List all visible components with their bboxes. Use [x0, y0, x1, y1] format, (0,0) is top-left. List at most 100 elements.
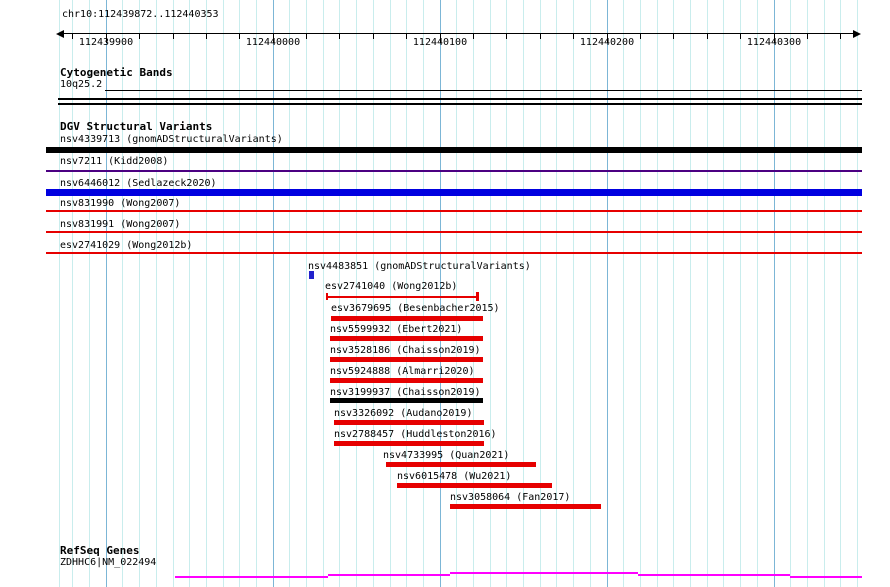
variant-label-esv3679695[interactable]: esv3679695 (Besenbacher2015)	[331, 303, 500, 315]
variant-glyph-nsv831991[interactable]	[46, 231, 862, 233]
ruler-tick-label: 112440300	[744, 37, 804, 49]
ruler-minor-tick	[840, 34, 841, 39]
variant-label-nsv831991[interactable]: nsv831991 (Wong2007)	[60, 219, 180, 231]
gridline	[640, 0, 641, 587]
ruler-minor-tick	[206, 34, 207, 39]
ruler-minor-tick	[173, 34, 174, 39]
ruler-tick-label: 112440100	[410, 37, 470, 49]
variant-glyph-nsv3528186[interactable]	[330, 357, 483, 362]
dgv-structural-variants-header: DGV Structural Variants	[60, 121, 212, 133]
variant-glyph-nsv3326092[interactable]	[334, 420, 484, 425]
gridline	[173, 0, 174, 587]
variant-glyph-nsv4483851[interactable]	[309, 271, 314, 279]
gridline	[223, 0, 224, 587]
gridline	[306, 0, 307, 587]
ruler-minor-tick	[373, 34, 374, 39]
refseq-genes-header: RefSeq Genes	[60, 545, 139, 557]
gridline	[790, 0, 791, 587]
gridline	[824, 0, 825, 587]
ruler-left-arrow-icon	[56, 30, 64, 38]
variant-glyph-esv2741029[interactable]	[46, 252, 862, 254]
variant-glyph-nsv3058064[interactable]	[450, 504, 601, 509]
gridline	[390, 0, 391, 587]
gridline	[423, 0, 424, 587]
gridline	[623, 0, 624, 587]
variant-glyph-esv2741040[interactable]	[326, 296, 479, 298]
ruler-minor-tick	[740, 34, 741, 39]
cytoband-label[interactable]: 10q25.2	[60, 79, 102, 91]
refseq-gene-line-segment[interactable]	[638, 574, 790, 576]
variant-label-nsv4733995[interactable]: nsv4733995 (Quan2021)	[383, 450, 509, 462]
gridline	[590, 0, 591, 587]
variant-label-nsv3058064[interactable]: nsv3058064 (Fan2017)	[450, 492, 570, 504]
section-separator-line	[58, 98, 862, 100]
variant-label-nsv4483851[interactable]: nsv4483851 (gnomADStructuralVariants)	[308, 261, 531, 273]
refseq-gene-line-segment[interactable]	[450, 572, 638, 574]
variant-label-esv2741040[interactable]: esv2741040 (Wong2012b)	[325, 281, 457, 293]
gridline	[707, 0, 708, 587]
ruler-tick-label: 112439900	[76, 37, 136, 49]
refseq-gene-line-segment[interactable]	[175, 576, 328, 578]
genome-browser-canvas: chr10:112439872..112440353 112439900 1124…	[0, 0, 890, 587]
gridline	[256, 0, 257, 587]
variant-glyph-nsv2788457[interactable]	[334, 441, 484, 446]
gridline	[356, 0, 357, 587]
ruler-minor-tick	[473, 34, 474, 39]
gridline	[807, 0, 808, 587]
variant-glyph-nsv5599932[interactable]	[330, 336, 483, 341]
gridline	[840, 0, 841, 587]
gridline	[122, 0, 123, 587]
refseq-gene-line-segment[interactable]	[328, 574, 450, 576]
variant-glyph-esv3679695[interactable]	[331, 316, 483, 321]
gridline-major	[607, 0, 608, 587]
variant-label-nsv2788457[interactable]: nsv2788457 (Huddleston2016)	[334, 429, 497, 441]
ruler-minor-tick	[540, 34, 541, 39]
ruler-minor-tick	[707, 34, 708, 39]
cytoband-line[interactable]	[105, 90, 862, 91]
variant-label-nsv5924888[interactable]: nsv5924888 (Almarri2020)	[330, 366, 475, 378]
refseq-gene-label[interactable]: ZDHHC6|NM_022494	[60, 557, 156, 569]
gridline	[239, 0, 240, 587]
variant-whisker-right-cap[interactable]	[476, 292, 479, 301]
ruler-minor-tick	[306, 34, 307, 39]
gridline-major	[774, 0, 775, 587]
variant-label-nsv6015478[interactable]: nsv6015478 (Wu2021)	[397, 471, 511, 483]
gridline	[156, 0, 157, 587]
variant-glyph-nsv4733995[interactable]	[386, 462, 536, 467]
variant-glyph-nsv6446012[interactable]	[46, 189, 862, 196]
gridline	[323, 0, 324, 587]
cytogenetic-bands-header: Cytogenetic Bands	[60, 67, 173, 79]
variant-label-nsv3326092[interactable]: nsv3326092 (Audano2019)	[334, 408, 472, 420]
variant-label-nsv4339713[interactable]: nsv4339713 (gnomADStructuralVariants)	[60, 134, 283, 146]
variant-label-nsv7211[interactable]: nsv7211 (Kidd2008)	[60, 156, 168, 168]
gridline	[857, 0, 858, 587]
gridline	[657, 0, 658, 587]
ruler-minor-tick	[406, 34, 407, 39]
variant-glyph-nsv3199937[interactable]	[330, 398, 483, 403]
gridline	[206, 0, 207, 587]
variant-glyph-nsv4339713[interactable]	[46, 147, 862, 153]
variant-glyph-nsv7211[interactable]	[46, 170, 862, 172]
ruler-minor-tick	[807, 34, 808, 39]
gridline	[723, 0, 724, 587]
ruler-minor-tick	[640, 34, 641, 39]
gridline	[690, 0, 691, 587]
variant-label-nsv831990[interactable]: nsv831990 (Wong2007)	[60, 198, 180, 210]
variant-label-nsv3528186[interactable]: nsv3528186 (Chaisson2019)	[330, 345, 481, 357]
gridline	[289, 0, 290, 587]
gridline	[573, 0, 574, 587]
ruler-minor-tick	[339, 34, 340, 39]
variant-label-esv2741029[interactable]: esv2741029 (Wong2012b)	[60, 240, 192, 252]
gridline-major	[440, 0, 441, 587]
gridline	[406, 0, 407, 587]
variant-glyph-nsv831990[interactable]	[46, 210, 862, 212]
region-title: chr10:112439872..112440353	[62, 9, 219, 21]
variant-label-nsv5599932[interactable]: nsv5599932 (Ebert2021)	[330, 324, 462, 336]
refseq-gene-line-segment[interactable]	[790, 576, 862, 578]
variant-glyph-nsv6015478[interactable]	[397, 483, 552, 488]
gridline-major	[273, 0, 274, 587]
ruler-minor-tick	[673, 34, 674, 39]
variant-glyph-nsv5924888[interactable]	[330, 378, 483, 383]
gridline	[373, 0, 374, 587]
variant-whisker-left-cap[interactable]	[326, 293, 328, 300]
